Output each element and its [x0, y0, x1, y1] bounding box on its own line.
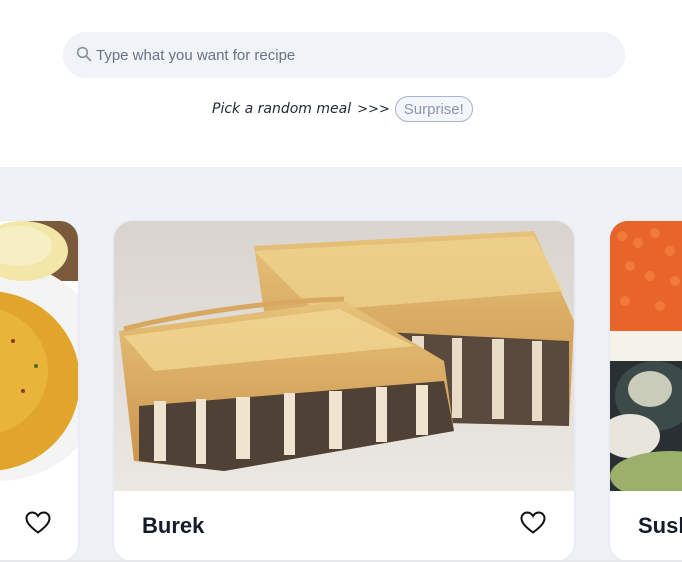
recipe-card[interactable] [0, 221, 78, 561]
recipe-card[interactable]: Sush [610, 221, 682, 561]
recipe-carousel: Burek Sush [0, 167, 682, 562]
search-icon [76, 46, 92, 62]
recipe-title: Sush [638, 513, 682, 538]
random-meal-label: Pick a random meal [212, 101, 352, 117]
random-meal-arrows: >>> [357, 101, 390, 117]
recipe-title: Burek [142, 513, 205, 538]
burek-photo [114, 221, 574, 491]
soup-photo [0, 221, 78, 491]
search-input[interactable] [96, 32, 606, 78]
recipe-card[interactable]: Burek [114, 221, 574, 561]
heart-outline-icon[interactable] [520, 511, 546, 535]
surprise-button[interactable]: Surprise! [394, 96, 473, 122]
heart-outline-icon[interactable] [25, 511, 51, 535]
sushi-photo [610, 221, 682, 491]
random-meal-row: Pick a random meal >>> Surprise! [212, 96, 473, 122]
search-bar[interactable] [63, 32, 625, 78]
header-area: Pick a random meal >>> Surprise! [0, 0, 682, 167]
